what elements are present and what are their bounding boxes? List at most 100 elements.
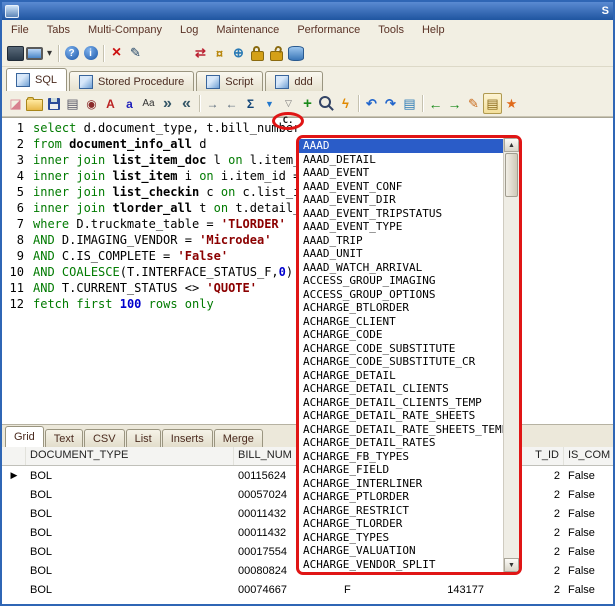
autocomplete-item[interactable]: ACHARGE_DETAIL_RATE_SHEETS [299, 409, 503, 423]
edit-button[interactable]: ✎ [126, 43, 145, 64]
autocomplete-item[interactable]: ACCESS_GROUP_OPTIONS [299, 288, 503, 302]
autocomplete-item[interactable]: ACHARGE_TYPES [299, 531, 503, 545]
autocomplete-item[interactable]: ACHARGE_PTLORDER [299, 490, 503, 504]
tab-sql[interactable]: SQL [6, 68, 67, 91]
table-row[interactable]: BOL00074667F1431782False [2, 599, 613, 604]
tab-left-button[interactable]: ← [222, 93, 241, 114]
autocomplete-item[interactable]: AAAD_EVENT_TRIPSTATUS [299, 207, 503, 221]
autocomplete-item[interactable]: ACHARGE_CODE [299, 328, 503, 342]
font-increase-button[interactable]: A [101, 93, 120, 114]
redo-button[interactable]: ↷ [381, 93, 400, 114]
tab-right-button[interactable]: → [203, 93, 222, 114]
autocomplete-item[interactable]: ACHARGE_VENDOR_SPLIT [299, 558, 503, 572]
navigate-back-button[interactable]: ← [426, 93, 445, 114]
scroll-track[interactable] [504, 198, 519, 558]
autocomplete-item[interactable]: ACHARGE_DETAIL_CLIENTS [299, 382, 503, 396]
scroll-thumb[interactable] [505, 153, 518, 197]
menu-item-multi-company[interactable]: Multi-Company [79, 22, 171, 38]
autocomplete-item[interactable]: ACHARGE_FB_TYPES [299, 450, 503, 464]
filter-button[interactable]: ▼ [260, 93, 279, 114]
autocomplete-item[interactable]: ACHARGE_DETAIL_RATES [299, 436, 503, 450]
web-security-button[interactable]: ⊕ [229, 43, 248, 64]
autocomplete-item[interactable]: ACHARGE_CLIENT [299, 315, 503, 329]
autocomplete-item[interactable]: ACHARGE_DETAIL_RATE_SHEETS_TEMP [299, 423, 503, 437]
tab-script[interactable]: Script [196, 71, 263, 91]
autocomplete-item[interactable]: AAAD_UNIT [299, 247, 503, 261]
flash-button[interactable]: ϟ [336, 93, 355, 114]
autocomplete-item[interactable]: ACHARGE_FIELD [299, 463, 503, 477]
autocomplete-item[interactable]: AAAD_WATCH_ARRIVAL [299, 261, 503, 275]
filter-off-button[interactable]: ▽ [279, 93, 298, 114]
scroll-up-icon[interactable]: ▲ [504, 138, 519, 152]
autocomplete-item[interactable]: ACHARGE_INTERLINER [299, 477, 503, 491]
autocomplete-item[interactable]: ACHARGE_CODE_SUBSTITUTE_CR [299, 355, 503, 369]
column-header-is-com[interactable]: IS_COM [564, 447, 613, 465]
autocomplete-item[interactable]: ACHARGE_BTLORDER [299, 301, 503, 315]
app-panel-button[interactable] [6, 43, 25, 64]
result-tab-grid[interactable]: Grid [5, 426, 44, 447]
zoom-button[interactable] [317, 93, 336, 114]
sum-button[interactable]: Σ [241, 93, 260, 114]
open-file-button[interactable] [25, 93, 44, 114]
database-button[interactable] [286, 43, 305, 64]
autocomplete-item[interactable]: ACCESS_GROUP_IMAGING [299, 274, 503, 288]
notes-button[interactable]: ▤ [400, 93, 419, 114]
execute-button[interactable]: ★ [502, 93, 521, 114]
menu-item-tools[interactable]: Tools [369, 22, 413, 38]
app-icon[interactable] [5, 5, 19, 18]
autocomplete-item[interactable]: AAAD_TRIP [299, 234, 503, 248]
menu-item-tabs[interactable]: Tabs [38, 22, 79, 38]
autocomplete-item[interactable]: AAAD_EVENT_DIR [299, 193, 503, 207]
column-header-document-type[interactable]: DOCUMENT_TYPE [26, 447, 234, 465]
dropdown-arrow-button[interactable]: ▾ [44, 43, 55, 64]
column-header-hidden[interactable] [2, 447, 26, 465]
table-row[interactable]: BOL00074667F1431772False [2, 580, 613, 599]
key-button[interactable]: ¤ [210, 43, 229, 64]
menu-item-help[interactable]: Help [413, 22, 454, 38]
menu-item-performance[interactable]: Performance [288, 22, 369, 38]
unlock-button[interactable] [267, 43, 286, 64]
pencil-button[interactable]: ✎ [464, 93, 483, 114]
undo-button[interactable]: ↶ [362, 93, 381, 114]
help-button[interactable]: ? [62, 43, 81, 64]
result-tab-list[interactable]: List [126, 429, 161, 447]
search-button[interactable]: ◉ [82, 93, 101, 114]
font-select-button[interactable]: Aa [139, 93, 158, 114]
tab-ddd[interactable]: ddd [265, 71, 322, 91]
font-decrease-button[interactable]: a [120, 93, 139, 114]
delete-button[interactable]: × [107, 43, 126, 64]
result-tab-merge[interactable]: Merge [214, 429, 263, 447]
autocomplete-item[interactable]: ACHARGE_CODE_SUBSTITUTE [299, 342, 503, 356]
autocomplete-item[interactable]: AAAD_DETAIL [299, 153, 503, 167]
navigate-forward-button[interactable]: → [445, 93, 464, 114]
save-button[interactable] [44, 93, 63, 114]
autocomplete-item[interactable]: ACHARGE_TLORDER [299, 517, 503, 531]
autocomplete-item[interactable]: AAAD [299, 139, 503, 153]
outdent-button[interactable]: « [177, 93, 196, 114]
add-button[interactable]: + [298, 93, 317, 114]
autocomplete-item[interactable]: AAAD_EVENT_TYPE [299, 220, 503, 234]
autocomplete-item[interactable]: AAAD_EVENT_CONF [299, 180, 503, 194]
menu-item-maintenance[interactable]: Maintenance [207, 22, 288, 38]
autocomplete-item[interactable]: ACHARGE_DETAIL [299, 369, 503, 383]
result-tab-inserts[interactable]: Inserts [162, 429, 213, 447]
print-button[interactable]: ▤ [63, 93, 82, 114]
menu-item-log[interactable]: Log [171, 22, 207, 38]
autocomplete-item[interactable]: ACHARGE_DETAIL_CLIENTS_TEMP [299, 396, 503, 410]
log-button[interactable]: ▤ [483, 93, 502, 114]
autocomplete-item[interactable]: ACHARGE_VALUATION [299, 544, 503, 558]
database-selector-button[interactable] [25, 43, 44, 64]
info-button[interactable]: i [81, 43, 100, 64]
menu-item-file[interactable]: File [2, 22, 38, 38]
lock-button[interactable] [248, 43, 267, 64]
scroll-down-icon[interactable]: ▼ [504, 558, 519, 572]
tab-stored-procedure[interactable]: Stored Procedure [69, 71, 194, 91]
eraser-button[interactable]: ◪ [6, 93, 25, 114]
autocomplete-item[interactable]: AAAD_EVENT [299, 166, 503, 180]
result-tab-text[interactable]: Text [45, 429, 83, 447]
title-bar[interactable]: S [2, 2, 613, 20]
autocomplete-scrollbar[interactable]: ▲ ▼ [503, 138, 519, 572]
autocomplete-item[interactable]: ACHARGE_RESTRICT [299, 504, 503, 518]
indent-button[interactable]: » [158, 93, 177, 114]
result-tab-csv[interactable]: CSV [84, 429, 125, 447]
